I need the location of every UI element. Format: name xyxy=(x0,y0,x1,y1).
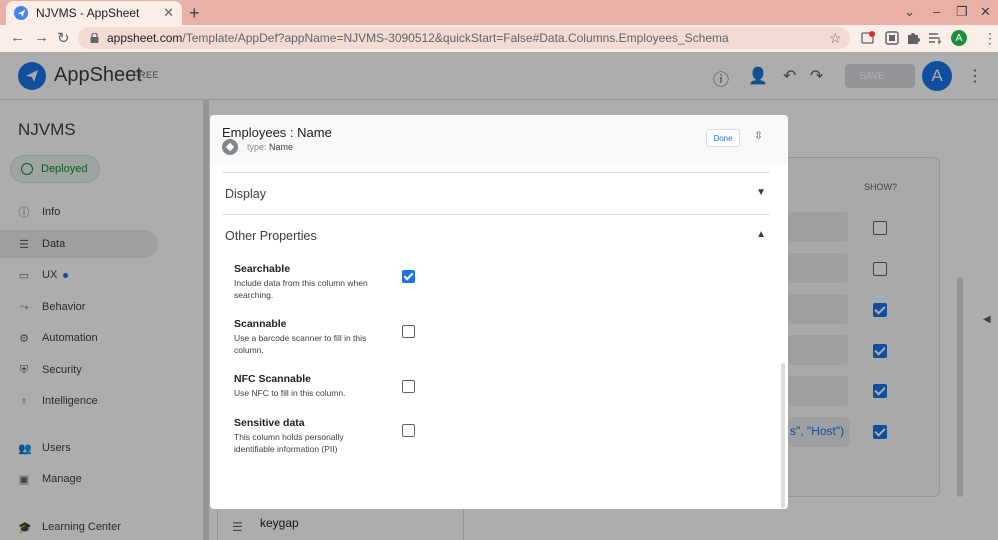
property-nfc-scannable: NFC Scannable Use NFC to fill in this co… xyxy=(234,373,454,399)
forward-icon[interactable]: → xyxy=(34,29,49,46)
dialog-title: Employees : Name xyxy=(222,125,332,140)
sensitive-data-checkbox[interactable] xyxy=(402,424,415,437)
reload-icon[interactable]: ↻ xyxy=(57,29,70,47)
dialog-header: Employees : Name type: Name Done ⇳ xyxy=(210,115,788,165)
chevron-down-icon: ▼ xyxy=(756,187,766,198)
done-button[interactable]: Done xyxy=(706,129,740,147)
extension-square-icon[interactable] xyxy=(885,31,899,45)
section-title: Display xyxy=(225,186,266,201)
property-description: Use NFC to fill in this column. xyxy=(234,388,346,398)
bookmark-star-icon[interactable]: ☆ xyxy=(829,30,842,47)
type-value: Name xyxy=(269,142,294,152)
url-path: /Template/AppDef?appName=NJVMS-3090512&q… xyxy=(182,31,729,45)
browser-tab[interactable]: NJVMS - AppSheet ✕ xyxy=(6,1,182,25)
property-scannable: Scannable Use a barcode scanner to fill … xyxy=(234,318,454,356)
browser-toolbar: ← → ↻ appsheet.com/Template/AppDef?appNa… xyxy=(0,25,998,52)
window-close-icon[interactable]: ✕ xyxy=(980,4,991,20)
property-name: Searchable xyxy=(234,263,291,275)
restore-icon[interactable]: ❐ xyxy=(956,4,968,20)
property-sensitive-data: Sensitive data This column holds persona… xyxy=(234,417,454,455)
nfc-scannable-checkbox[interactable] xyxy=(402,380,415,393)
property-name: Sensitive data xyxy=(234,417,305,429)
section-title: Other Properties xyxy=(225,228,317,243)
appsheet-favicon-icon xyxy=(14,6,28,20)
property-description: Include data from this column when searc… xyxy=(234,278,368,300)
lock-icon xyxy=(90,33,99,43)
browser-profile-avatar[interactable]: A xyxy=(951,30,967,46)
reading-list-icon[interactable] xyxy=(928,31,942,45)
tab-title: NJVMS - AppSheet xyxy=(36,6,140,20)
minimize-icon[interactable]: – xyxy=(933,4,940,19)
column-type: type: Name xyxy=(247,142,293,152)
property-searchable: Searchable Include data from this column… xyxy=(234,263,454,301)
searchable-checkbox[interactable] xyxy=(402,270,415,283)
type-label: type: xyxy=(247,142,267,152)
scannable-checkbox[interactable] xyxy=(402,325,415,338)
property-name: Scannable xyxy=(234,318,287,330)
property-description: Use a barcode scanner to fill in this co… xyxy=(234,333,367,355)
chevron-up-icon: ▲ xyxy=(756,229,766,240)
extensions-puzzle-icon[interactable] xyxy=(906,31,920,45)
browser-menu-icon[interactable]: ⋮ xyxy=(983,30,997,47)
dialog-scrollbar[interactable] xyxy=(781,363,785,508)
browser-tab-strip: NJVMS - AppSheet ✕ + ⌄ – ❐ ✕ xyxy=(0,0,998,25)
property-name: NFC Scannable xyxy=(234,373,312,385)
other-properties-section-header[interactable]: Other Properties ▲ xyxy=(222,214,770,256)
extension-alert-icon[interactable] xyxy=(861,31,875,45)
url-domain: appsheet.com xyxy=(107,31,183,45)
expand-collapse-icon[interactable]: ⇳ xyxy=(754,129,763,142)
column-editor-dialog: Employees : Name type: Name Done ⇳ Displ… xyxy=(210,115,788,509)
new-tab-icon[interactable]: + xyxy=(189,3,200,24)
property-description: This column holds personally identifiabl… xyxy=(234,432,344,454)
display-section-header[interactable]: Display ▼ xyxy=(222,172,770,214)
address-bar[interactable]: appsheet.com/Template/AppDef?appName=NJV… xyxy=(78,27,850,49)
tag-icon xyxy=(222,139,238,155)
tab-close-icon[interactable]: ✕ xyxy=(163,5,174,21)
tab-search-icon[interactable]: ⌄ xyxy=(904,4,915,20)
back-icon[interactable]: ← xyxy=(10,29,25,46)
